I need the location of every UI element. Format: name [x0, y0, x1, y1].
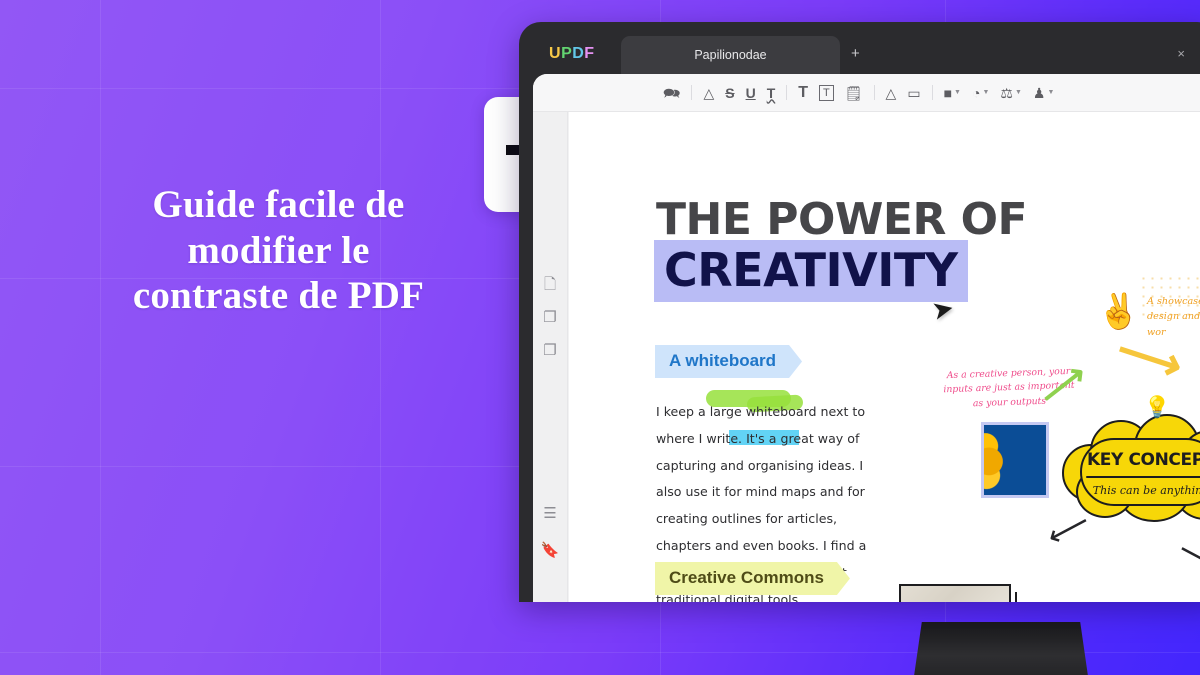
close-icon[interactable]: × [1177, 47, 1185, 61]
pen-icon[interactable]: △ [886, 86, 897, 100]
doc-title-line-1: THE POWER OF [656, 194, 1028, 245]
document-tab[interactable]: Papilionodae [621, 36, 840, 74]
layers-icon[interactable]: ☰ [543, 506, 556, 521]
pdf-page[interactable]: THE POWER OF CREATIVITY ➤ A whiteboard I… [569, 112, 1200, 602]
section-banner-creative-commons: Creative Commons [655, 562, 850, 595]
app-workspace: 🗪 △ S U T T T 🗒 △ ▭ ■ ▼ ◔ ▼ ⚖ ▼ ♟ ▼ 🗋 ❐ … [533, 74, 1200, 602]
text-icon[interactable]: T [798, 84, 808, 100]
stamp-circle-icon[interactable]: ◔ ▼ [972, 86, 989, 100]
squiggly-underline-icon[interactable]: T [767, 86, 776, 100]
logo-letter-p: P [561, 45, 573, 62]
tab-title: Papilionodae [694, 48, 767, 62]
toolbar-divider [873, 85, 875, 100]
thumbnails-icon[interactable]: 🗋 [544, 277, 556, 292]
key-concept-title: KEY CONCEPT [1087, 450, 1200, 470]
updf-logo: UPDF [549, 45, 595, 63]
left-sidebar: 🗋 ❐ ❐ ☰ 🔖 [533, 112, 568, 602]
key-concept-subtitle: This can be anything [1092, 484, 1200, 497]
copy-pages-icon[interactable]: ❐ [543, 343, 556, 358]
app-titlebar: UPDF Papilionodae × + [533, 36, 1200, 74]
toolbar-divider [786, 85, 788, 100]
sunflower-image [981, 422, 1049, 498]
toolbar-divider [691, 85, 693, 100]
logo-letter-d: D [572, 45, 585, 62]
dark-arrow-icon: ⟶ [1172, 532, 1200, 583]
headline-line-1: Guide facile de [152, 183, 405, 226]
comment-icon[interactable]: 🗪 [663, 86, 680, 100]
signature-icon[interactable]: ♟ ▼ [1033, 86, 1055, 100]
toolbar-divider [931, 85, 933, 100]
monitor-bezel: UPDF Papilionodae × + 🗪 △ S U T T T 🗒 △ … [519, 22, 1200, 602]
lightbulb-icon: 💡 [1144, 396, 1171, 419]
page-title: Guide facile de modifier le contraste de… [60, 182, 497, 319]
sidebar-bottom-group: ☰ 🔖 [541, 506, 560, 558]
doc-title-line-2: CREATIVITY [654, 240, 968, 302]
section-banner-whiteboard: A whiteboard [655, 345, 802, 378]
annotation-toolbar: 🗪 △ S U T T T 🗒 △ ▭ ■ ▼ ◔ ▼ ⚖ ▼ ♟ ▼ [533, 74, 1200, 112]
eraser-icon[interactable]: ▭ [907, 86, 920, 100]
logo-letter-u: U [549, 45, 562, 62]
monitor-stand [911, 622, 1091, 675]
text-box-icon[interactable]: T [819, 84, 834, 101]
organize-pages-icon[interactable]: ❐ [543, 310, 556, 325]
monitor-mockup: UPDF Papilionodae × + 🗪 △ S U T T T 🗒 △ … [519, 22, 1200, 675]
new-tab-icon[interactable]: + [851, 46, 860, 61]
bookmark-icon[interactable]: 🔖 [541, 543, 560, 558]
text-note-icon[interactable]: 🗒 [845, 86, 863, 100]
strikethrough-icon[interactable]: S [725, 86, 734, 100]
headline-line-3: contraste de PDF [132, 274, 425, 318]
highlight-pen-icon[interactable]: △ [703, 86, 714, 100]
logo-letter-f: F [584, 45, 595, 62]
stamp-icon[interactable]: ⚖ ▼ [1000, 86, 1022, 100]
headline-line-2: modifier le [187, 228, 370, 272]
headspace-note: Headspace ? [899, 584, 1011, 602]
shape-icon[interactable]: ■ ▼ [944, 86, 961, 100]
underline-icon[interactable]: U [746, 86, 756, 100]
